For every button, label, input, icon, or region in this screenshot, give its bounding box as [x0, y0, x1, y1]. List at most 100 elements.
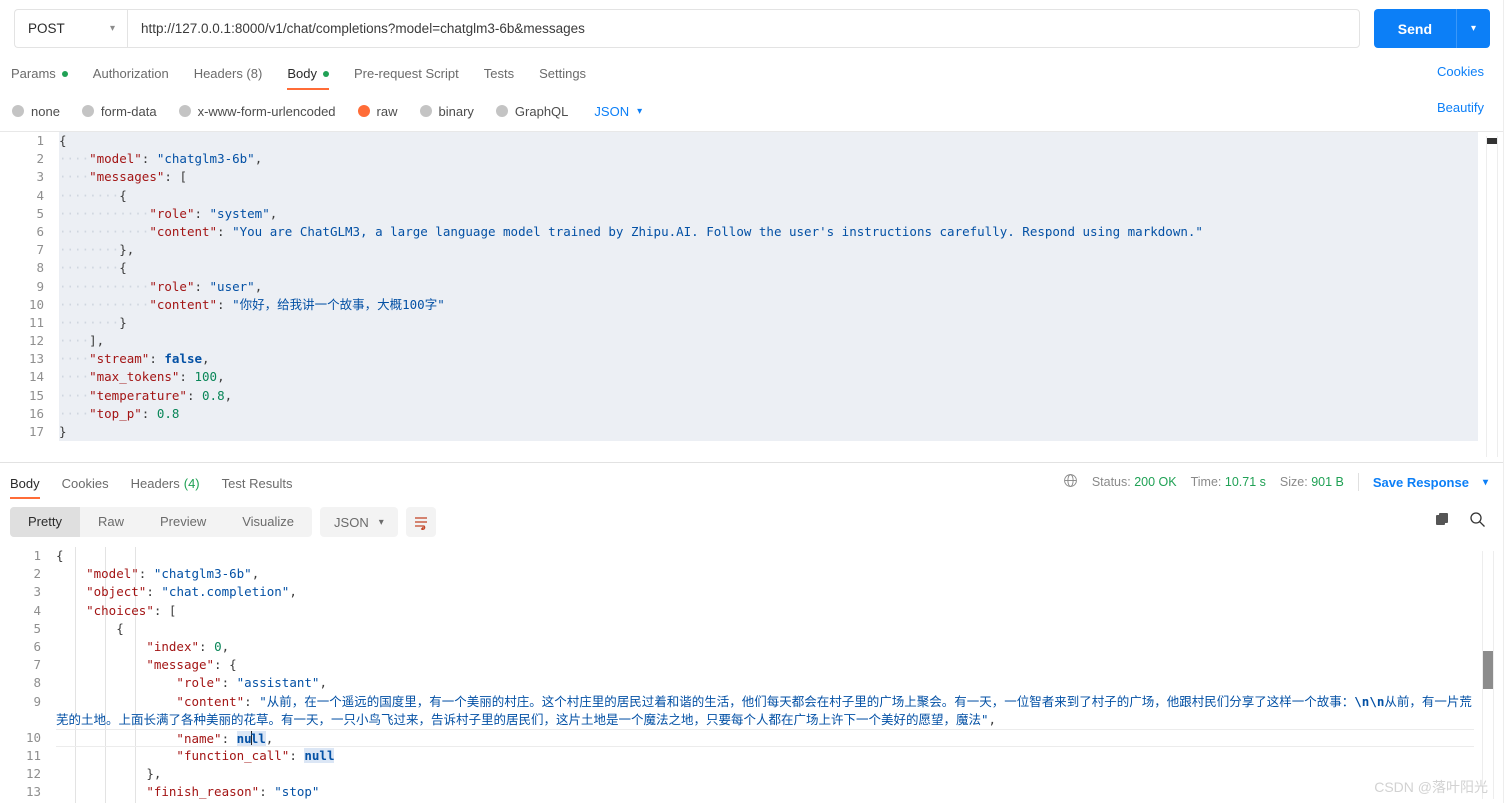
radio-icon: [419, 105, 432, 117]
line-number: 11: [25, 748, 41, 764]
response-tab-body-label: Body: [10, 475, 40, 491]
request-url-bar: POST ▾ http://127.0.0.1:8000/v1/chat/com…: [0, 0, 1504, 57]
body-type-options: none form-data x-www-form-urlencoded raw…: [0, 94, 1504, 128]
line-number: 5: [36, 205, 44, 221]
chevron-down-icon: ▾: [378, 516, 384, 528]
modified-dot-icon: [61, 70, 68, 77]
response-view-visualize[interactable]: Visualize: [224, 507, 312, 537]
line-number: 7: [36, 242, 44, 258]
response-format-value: JSON: [334, 514, 369, 530]
cookies-link[interactable]: Cookies: [1437, 64, 1484, 79]
line-number: 5: [33, 620, 41, 636]
body-format-value: JSON: [594, 103, 630, 119]
request-line-numbers: 1 2 3 4 5 6 7 8 9 10 11 12 13 14 15 16 17: [0, 132, 55, 461]
tab-authorization[interactable]: Authorization: [93, 57, 169, 90]
beautify-link[interactable]: Beautify: [1437, 100, 1484, 115]
chevron-down-icon[interactable]: ▾: [1483, 477, 1488, 488]
line-number: 11: [28, 314, 44, 330]
code-line: "choices": [: [86, 602, 177, 618]
time-label: Time:: [1190, 475, 1222, 489]
line-number: 15: [28, 387, 44, 403]
response-view-pretty[interactable]: Pretty: [10, 507, 80, 537]
wrap-lines-icon[interactable]: [405, 507, 436, 537]
line-number: 9: [36, 278, 44, 294]
request-tabs: Params Authorization Headers (8) Body Pr…: [0, 57, 1504, 90]
line-number: 6: [33, 638, 41, 654]
line-number: 3: [33, 584, 41, 600]
tab-tests[interactable]: Tests: [484, 57, 514, 90]
code-line: "finish_reason": "stop": [146, 784, 320, 800]
line-number: 12: [28, 333, 44, 349]
status-label: Status:: [1091, 475, 1131, 489]
body-option-none[interactable]: none: [12, 104, 60, 119]
send-button[interactable]: Send: [1373, 9, 1456, 48]
line-number: 17: [28, 424, 44, 439]
tab-params[interactable]: Params: [11, 57, 68, 90]
line-number: 7: [33, 657, 41, 673]
send-options-button[interactable]: ▾: [1456, 9, 1490, 48]
response-tab-headers[interactable]: Headers (4): [131, 463, 200, 499]
chevron-down-icon: ▾: [637, 105, 643, 117]
line-number: 14: [28, 369, 44, 385]
response-tab-headers-label: Headers: [130, 475, 180, 491]
tab-headers[interactable]: Headers (8): [194, 57, 263, 90]
code-line: "content": "从前，在一个遥远的国度里，有一个美丽的村庄。这个村庄里的…: [56, 693, 1472, 727]
body-option-raw[interactable]: raw: [357, 104, 398, 119]
request-body-code[interactable]: {····"model": "chatglm3-6b", ····"message…: [59, 132, 1478, 461]
request-scrollbar-track[interactable]: [1486, 136, 1498, 457]
body-format-select[interactable]: JSON ▾: [594, 104, 642, 119]
search-icon[interactable]: [1469, 511, 1486, 533]
request-body-editor[interactable]: 1 2 3 4 5 6 7 8 9 10 11 12 13 14 15 16 17 {····"model": …: [0, 131, 1504, 461]
tab-authorization-label: Authorization: [92, 66, 169, 81]
line-number: 3: [36, 169, 44, 185]
line-number: 10: [28, 296, 44, 312]
http-method-select[interactable]: POST ▾: [14, 9, 127, 48]
body-option-x-www-form-urlencoded[interactable]: x-www-form-urlencoded: [178, 104, 336, 119]
line-number: 13: [25, 784, 41, 800]
body-option-form-data[interactable]: form-data: [81, 103, 157, 119]
chevron-down-icon: ▾: [109, 23, 115, 34]
line-number: 2: [33, 566, 41, 582]
modified-dot-icon: [322, 70, 329, 77]
response-tab-body[interactable]: Body: [10, 463, 40, 499]
response-body-editor[interactable]: 1 2 3 4 5 6 7 8 9 10 11 12 13 { "model": "chatglm3-6…: [0, 547, 1504, 803]
request-url-input[interactable]: http://127.0.0.1:8000/v1/chat/completion…: [127, 9, 1360, 48]
size-group: Size: 901 B: [1280, 475, 1344, 489]
line-number: 9: [33, 693, 41, 709]
request-scrollbar-thumb[interactable]: [1487, 138, 1497, 144]
save-response-button[interactable]: Save Response: [1373, 475, 1469, 490]
response-tab-test-results[interactable]: Test Results: [222, 463, 293, 499]
line-number: 4: [33, 602, 41, 618]
request-url-value: http://127.0.0.1:8000/v1/chat/completion…: [141, 21, 585, 36]
size-value: 901 B: [1311, 475, 1344, 489]
response-tab-cookies-label: Cookies: [61, 475, 109, 491]
code-line: },: [146, 766, 162, 782]
response-format-select[interactable]: JSON ▾: [320, 507, 398, 537]
response-body-code[interactable]: { "model": "chatglm3-6b", "object": "cha…: [56, 547, 1474, 803]
radio-icon: [495, 105, 508, 117]
copy-icon[interactable]: [1435, 512, 1451, 533]
globe-icon: [1063, 473, 1078, 491]
status-value: 200 OK: [1134, 475, 1177, 489]
code-line: ············"content": "You are ChatGLM3…: [59, 222, 1478, 242]
tab-settings[interactable]: Settings: [539, 57, 586, 90]
response-scrollbar-thumb[interactable]: [1483, 651, 1493, 689]
response-view-preview[interactable]: Preview: [142, 507, 224, 537]
code-line: "role": "assistant",: [176, 675, 327, 691]
body-option-none-label: none: [31, 103, 60, 119]
code-line: "function_call": null: [176, 748, 335, 764]
tab-pre-request-script[interactable]: Pre-request Script: [354, 57, 459, 90]
body-option-graphql[interactable]: GraphQL: [495, 103, 569, 119]
tab-body[interactable]: Body: [287, 57, 329, 90]
body-option-form-data-label: form-data: [100, 103, 157, 119]
response-tab-cookies[interactable]: Cookies: [62, 463, 109, 499]
response-section: Body Cookies Headers (4) Test Results St…: [0, 462, 1504, 803]
body-option-binary[interactable]: binary: [419, 104, 474, 119]
time-value: 10.71 s: [1224, 475, 1266, 489]
tab-settings-label: Settings: [539, 66, 587, 81]
code-line: "model": "chatglm3-6b",: [86, 566, 260, 582]
tab-params-label: Params: [11, 66, 56, 81]
body-option-graphql-label: GraphQL: [514, 103, 569, 119]
response-view-raw[interactable]: Raw: [80, 507, 142, 537]
code-line: {: [59, 132, 1478, 151]
